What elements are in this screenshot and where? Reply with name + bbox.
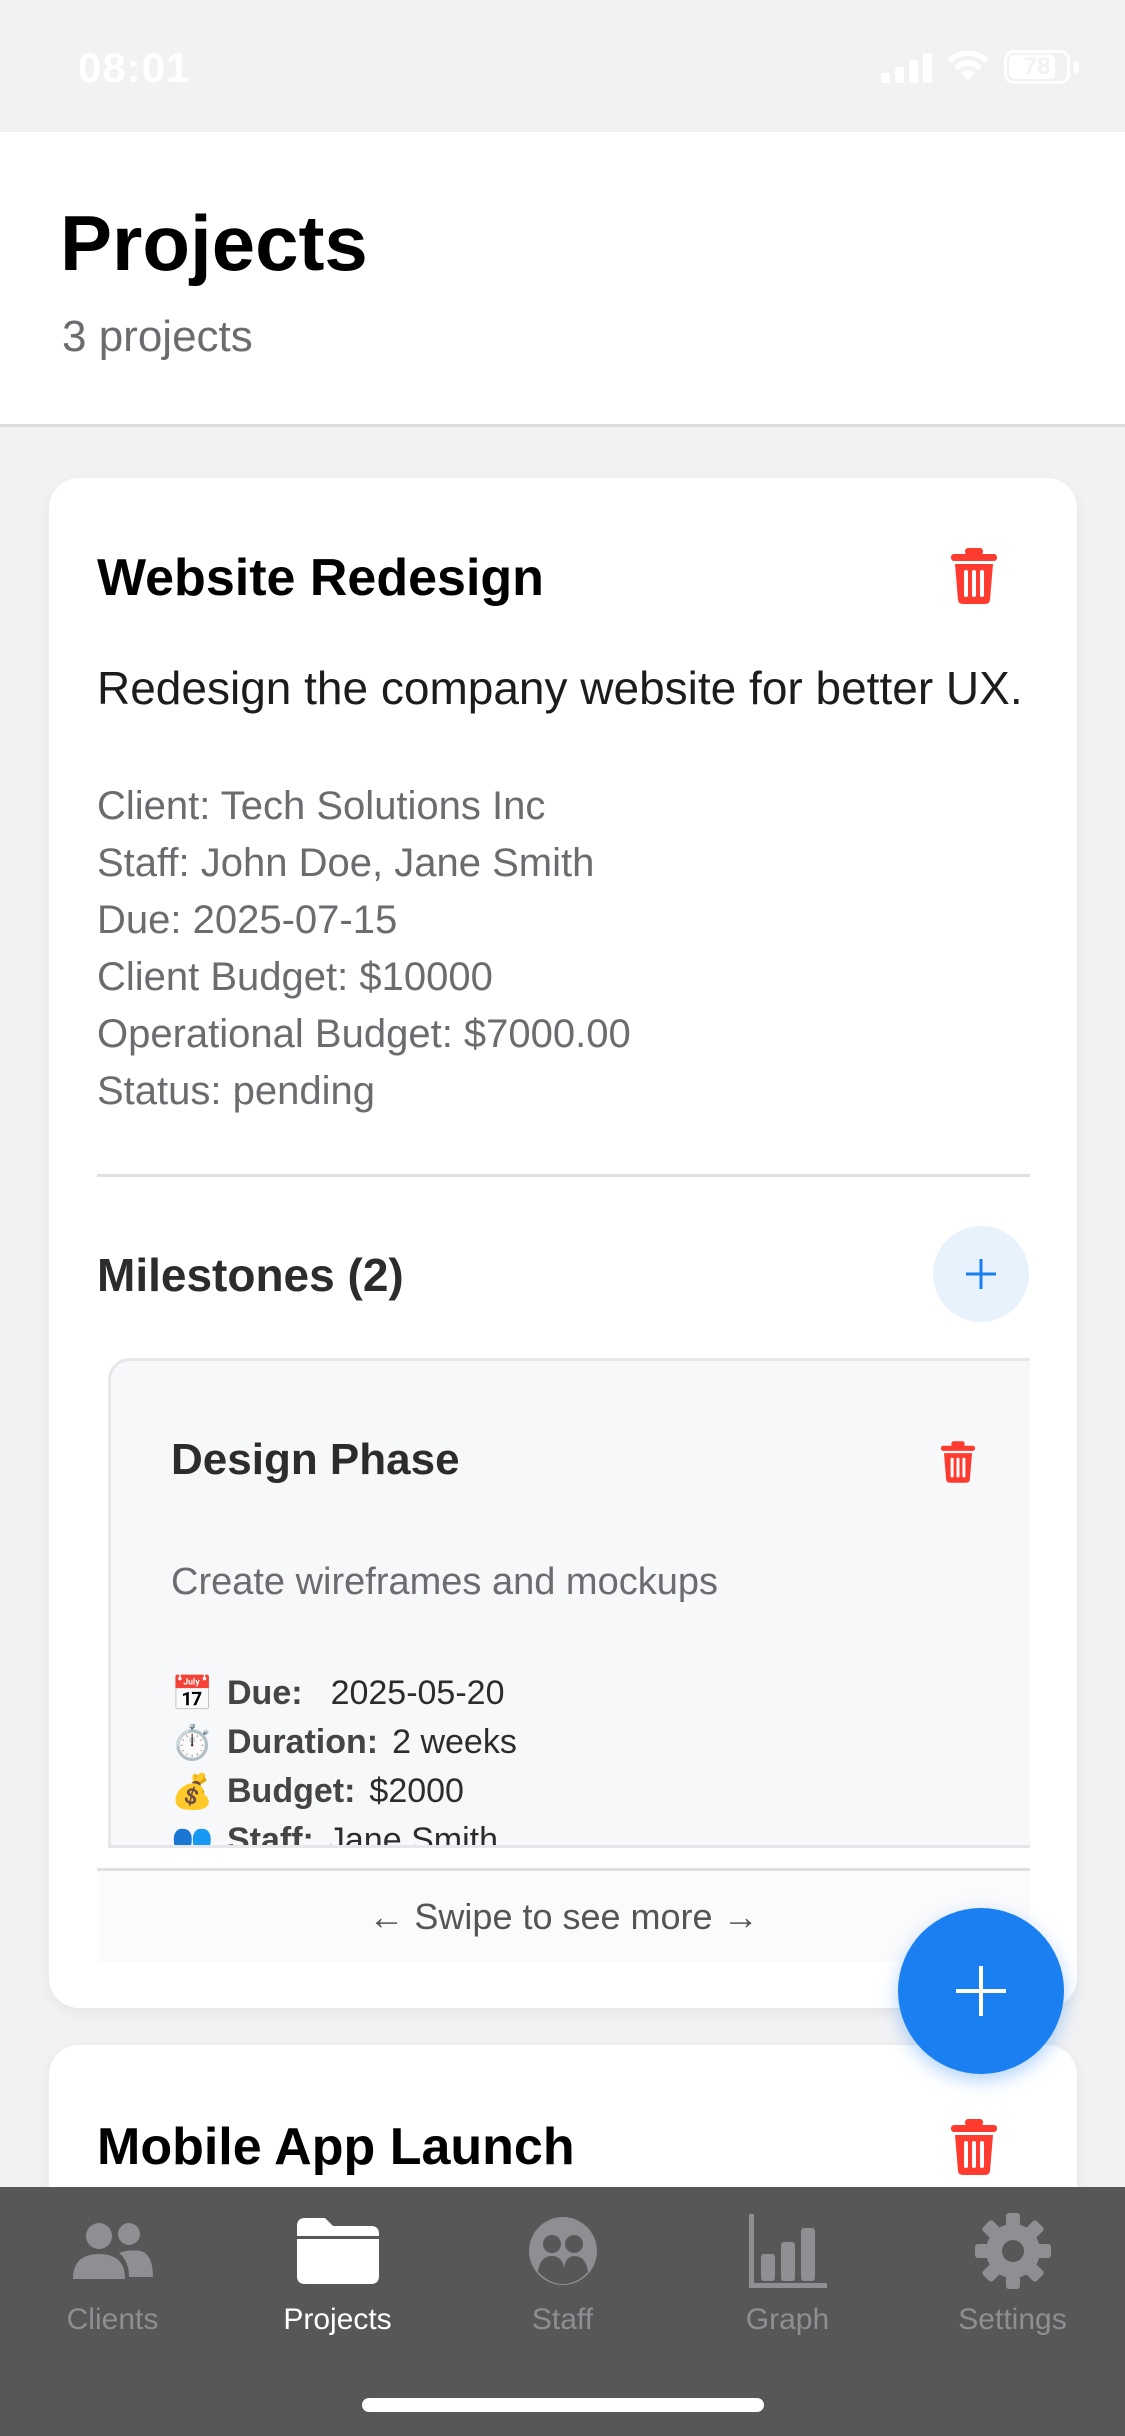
project-status: Status: pending	[97, 1069, 375, 1113]
bar-chart-icon	[748, 2214, 827, 2288]
tab-clients[interactable]: Clients	[0, 2187, 225, 2357]
project-count: 3 projects	[62, 312, 253, 361]
money-bag-icon: 💰	[171, 1772, 214, 1811]
project-meta: Client: Tech Solutions Inc Staff: John D…	[97, 778, 631, 1120]
milestone-staff-label: Staff:	[227, 1821, 314, 1848]
project-card: Website Redesign Redesign the company we…	[49, 478, 1077, 2008]
add-milestone-button[interactable]	[933, 1226, 1029, 1322]
wifi-icon	[947, 51, 989, 81]
delete-project-trash-icon[interactable]	[951, 548, 997, 604]
tab-clients-label: Clients	[66, 2303, 159, 2336]
tab-projects-label: Projects	[283, 2303, 392, 2336]
plus-icon	[956, 1966, 1006, 2016]
milestone-due-value: 2025-05-20	[330, 1674, 505, 1712]
staff-icon	[528, 2217, 597, 2285]
people-icon	[72, 2223, 153, 2279]
tab-graph[interactable]: Graph	[675, 2187, 900, 2357]
status-time: 08:01	[78, 44, 191, 91]
milestone-budget-value: $2000	[369, 1772, 464, 1810]
tab-settings-label: Settings	[958, 2303, 1067, 2336]
tab-staff-label: Staff	[531, 2303, 594, 2336]
milestone-duration-value: 2 weeks	[392, 1723, 517, 1761]
page-header: Projects 3 projects	[0, 132, 1125, 427]
page-title: Projects	[60, 199, 368, 287]
stopwatch-icon: ⏱️	[171, 1723, 214, 1762]
folder-icon	[296, 2218, 379, 2284]
milestone-duration-row: ⏱️ Duration: 2 weeks	[171, 1718, 517, 1767]
milestone-due-label: Due:	[227, 1674, 303, 1712]
milestone-staff-value: Jane Smith	[327, 1821, 498, 1848]
milestone-description: Create wireframes and mockups	[171, 1561, 718, 1603]
project-client: Client: Tech Solutions Inc	[97, 784, 546, 828]
project-staff: Staff: John Doe, Jane Smith	[97, 841, 595, 885]
delete-project-trash-icon[interactable]	[951, 2119, 997, 2175]
divider	[97, 1174, 1030, 1177]
home-indicator	[362, 2398, 764, 2412]
project-operational-budget: Operational Budget: $7000.00	[97, 1012, 631, 1056]
tab-graph-label: Graph	[745, 2303, 830, 2336]
calendar-icon: 📅	[171, 1674, 214, 1713]
people-icon: 👥	[171, 1821, 214, 1848]
milestones-heading: Milestones (2)	[97, 1249, 404, 1301]
milestone-budget-row: 💰 Budget: $2000	[171, 1767, 517, 1816]
status-icons: 78	[881, 50, 1079, 84]
milestone-due-row: 📅 Due: 2025-05-20	[171, 1669, 517, 1718]
milestone-staff-row: 👥 Staff: Jane Smith	[171, 1816, 517, 1848]
tab-staff[interactable]: Staff	[450, 2187, 675, 2357]
milestone-budget-label: Budget:	[227, 1772, 356, 1810]
tab-settings[interactable]: Settings	[900, 2187, 1125, 2357]
cellular-signal-icon	[881, 51, 932, 83]
swipe-hint: ← Swipe to see more →	[97, 1868, 1030, 1962]
milestone-details: 📅 Due: 2025-05-20 ⏱️ Duration: 2 weeks 💰…	[171, 1669, 517, 1848]
milestone-title: Design Phase	[171, 1435, 460, 1484]
tab-projects[interactable]: Projects	[225, 2187, 450, 2357]
gear-icon	[974, 2213, 1051, 2289]
milestone-duration-label: Duration:	[227, 1723, 379, 1761]
project-title: Website Redesign	[97, 549, 544, 607]
battery-level: 78	[1023, 53, 1051, 80]
project-client-budget: Client Budget: $10000	[97, 955, 493, 999]
project-description: Redesign the company website for better …	[97, 662, 1023, 714]
plus-icon	[966, 1259, 996, 1289]
status-bar: 08:01 78	[0, 0, 1125, 132]
project-title: Mobile App Launch	[97, 2118, 575, 2176]
battery-icon: 78	[1004, 50, 1070, 84]
milestone-card[interactable]: Design Phase Create wireframes and mocku…	[108, 1358, 1030, 1848]
add-project-button[interactable]	[898, 1908, 1064, 2074]
project-due: Due: 2025-07-15	[97, 898, 398, 942]
delete-milestone-trash-icon[interactable]	[941, 1441, 975, 1483]
